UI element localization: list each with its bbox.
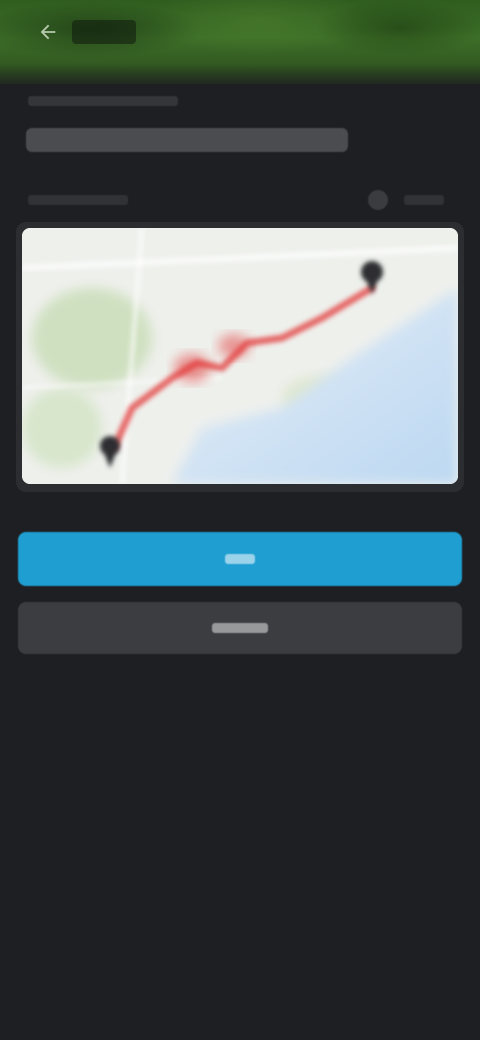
arrow-left-icon [40, 24, 56, 40]
meta-row [28, 190, 452, 210]
map-park [22, 388, 102, 468]
secondary-action-label-placeholder [212, 623, 268, 633]
map-card [16, 222, 464, 492]
route-highlight [218, 334, 250, 358]
header-fade [0, 64, 480, 90]
back-button[interactable] [30, 14, 66, 50]
info-icon[interactable] [368, 190, 388, 210]
meta-text-secondary [404, 195, 444, 205]
page-title-placeholder [26, 128, 348, 152]
route-highlight [174, 354, 210, 382]
primary-action-label-placeholder [225, 554, 255, 564]
meta-text [28, 195, 128, 205]
map-canvas [22, 228, 458, 484]
screen [0, 0, 480, 1040]
secondary-action-button[interactable] [18, 602, 462, 654]
route-map[interactable] [22, 228, 458, 484]
breadcrumb[interactable] [28, 96, 178, 106]
primary-action-button[interactable] [18, 532, 462, 586]
header-logo [72, 20, 136, 44]
